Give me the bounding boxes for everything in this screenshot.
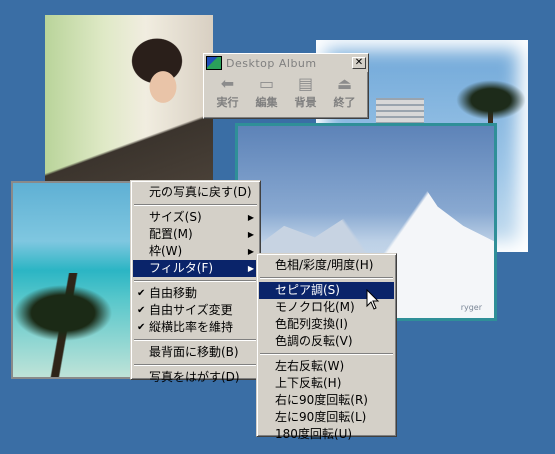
submenu-arrow-icon: ▶ [247,264,254,273]
submenu-item-flip-vertical[interactable]: 上下反転(H) [259,375,394,392]
submenu-item-hsv[interactable]: 色相/彩度/明度(H) [259,257,394,274]
photo-beach[interactable] [11,181,134,379]
filter-submenu: 色相/彩度/明度(H) セピア調(S) モノクロ化(M) 色配列変換(I) 色調… [256,253,397,441]
app-icon [206,56,222,70]
menu-separator [134,280,257,282]
submenu-item-invert[interactable]: 色調の反転(V) [259,333,394,350]
submenu-arrow-icon: ▶ [247,230,254,239]
toolbar: ⬅ 実行 ▭ 編集 ▤ 背景 ⏏ 終了 [204,72,368,112]
menu-item-size[interactable]: サイズ(S) ▶ [133,209,258,226]
submenu-item-rotate-right[interactable]: 右に90度回転(R) [259,392,394,409]
submenu-item-rotate-180[interactable]: 180度回転(U) [259,426,394,443]
menu-separator [134,204,257,206]
check-icon: ✔ [137,305,146,316]
check-icon: ✔ [137,322,146,333]
exit-icon: ⏏ [336,74,353,93]
edit-icon: ▭ [258,74,275,93]
photo-context-menu: 元の写真に戻す(D) サイズ(S) ▶ 配置(M) ▶ 枠(W) ▶ フィルタ(F) ▶… [130,180,261,384]
submenu-arrow-icon: ▶ [247,213,254,222]
menu-item-send-to-back[interactable]: 最背面に移動(B) [133,344,258,361]
menu-separator [260,353,393,355]
submenu-item-flip-horizontal[interactable]: 左右反転(W) [259,358,394,375]
run-button[interactable]: ⬅ 実行 [210,74,246,110]
menu-item-peel-photo[interactable]: 写真をはがす(D) [133,369,258,386]
menu-separator [134,364,257,366]
menu-item-frame[interactable]: 枠(W) ▶ [133,243,258,260]
photo-signature: ryger [460,303,482,312]
menu-item-filter[interactable]: フィルタ(F) ▶ [133,260,258,277]
menu-item-keep-aspect[interactable]: ✔ 縦横比率を維持 [133,319,258,336]
title-bar[interactable]: Desktop Album ✕ [204,54,368,72]
background-button[interactable]: ▤ 背景 [288,74,324,110]
submenu-item-rotate-left[interactable]: 左に90度回転(L) [259,409,394,426]
submenu-arrow-icon: ▶ [247,247,254,256]
edit-button[interactable]: ▭ 編集 [249,74,285,110]
window-title: Desktop Album [226,56,317,70]
close-button[interactable]: ✕ [352,57,366,69]
menu-item-free-resize[interactable]: ✔ 自由サイズ変更 [133,302,258,319]
menu-separator [260,277,393,279]
menu-separator [134,339,257,341]
menu-item-layout[interactable]: 配置(M) ▶ [133,226,258,243]
mouse-pointer-icon [366,289,380,310]
menu-item-free-move[interactable]: ✔ 自由移動 [133,285,258,302]
menu-item-restore-original[interactable]: 元の写真に戻す(D) [133,184,258,201]
submenu-item-color-swap[interactable]: 色配列変換(I) [259,316,394,333]
background-icon: ▤ [297,74,314,93]
arrow-left-icon: ⬅ [220,74,235,93]
palm-silhouette [13,273,132,377]
exit-button[interactable]: ⏏ 終了 [327,74,363,110]
check-icon: ✔ [137,288,146,299]
palm-fronds [456,80,526,120]
desktop-album-window[interactable]: Desktop Album ✕ ⬅ 実行 ▭ 編集 ▤ 背景 ⏏ 終了 [203,53,369,119]
